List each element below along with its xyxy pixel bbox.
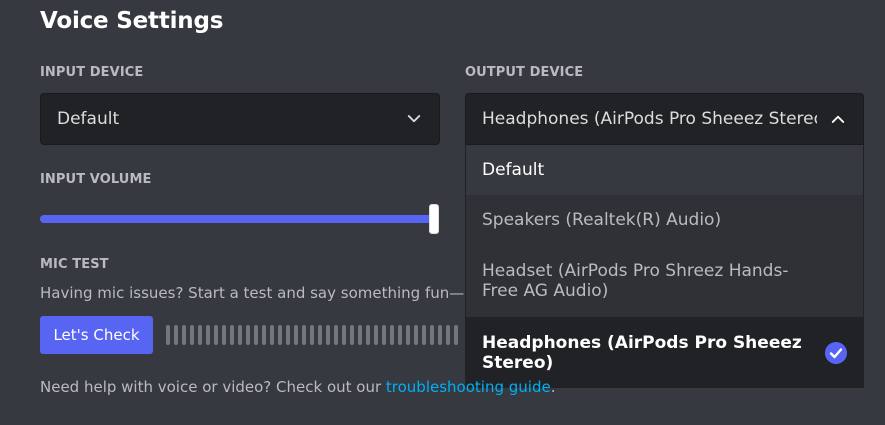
output-device-value: Headphones (AirPods Pro Sheeez Stereo) bbox=[482, 109, 817, 129]
meter-bar bbox=[350, 325, 354, 345]
mic-test-description: Having mic issues? Start a test and say … bbox=[40, 284, 465, 302]
meter-bar bbox=[366, 325, 370, 345]
meter-bar bbox=[214, 325, 218, 345]
mic-test-label: MIC TEST bbox=[40, 257, 109, 272]
meter-bar bbox=[326, 325, 330, 345]
input-volume-handle[interactable] bbox=[429, 204, 439, 234]
voice-settings-page: Voice Settings INPUT DEVICE Default OUTP… bbox=[0, 0, 885, 425]
meter-bar bbox=[334, 325, 338, 345]
meter-bar bbox=[198, 325, 202, 345]
meter-bar bbox=[222, 325, 226, 345]
input-volume-fill bbox=[40, 215, 434, 223]
meter-bar bbox=[238, 325, 242, 345]
meter-bar bbox=[302, 325, 306, 345]
meter-bar bbox=[182, 325, 186, 345]
output-option-headset[interactable]: Headset (AirPods Pro Shreez Hands-Free A… bbox=[466, 245, 863, 317]
mic-level-meter bbox=[166, 325, 466, 345]
meter-bar bbox=[262, 325, 266, 345]
meter-bar bbox=[358, 325, 362, 345]
input-device-label: INPUT DEVICE bbox=[40, 65, 144, 80]
output-option-speakers[interactable]: Speakers (Realtek(R) Audio) bbox=[466, 195, 863, 245]
help-text-suffix: . bbox=[550, 378, 556, 396]
checkmark-icon bbox=[825, 341, 847, 364]
option-label: Default bbox=[482, 160, 545, 180]
option-label: Headphones (AirPods Pro Sheeez Stereo) bbox=[482, 332, 802, 373]
chevron-up-icon bbox=[831, 115, 845, 123]
meter-bar bbox=[190, 325, 194, 345]
meter-bar bbox=[294, 325, 298, 345]
meter-bar bbox=[206, 325, 210, 345]
lets-check-button[interactable]: Let's Check bbox=[40, 316, 153, 354]
output-device-label: OUTPUT DEVICE bbox=[465, 65, 584, 80]
input-device-select[interactable]: Default bbox=[40, 93, 440, 145]
troubleshooting-guide-link[interactable]: troubleshooting guide bbox=[386, 378, 551, 396]
meter-bar bbox=[246, 325, 250, 345]
meter-bar bbox=[406, 325, 410, 345]
page-title: Voice Settings bbox=[40, 8, 224, 34]
meter-bar bbox=[286, 325, 290, 345]
meter-bar bbox=[422, 325, 426, 345]
input-volume-label: INPUT VOLUME bbox=[40, 172, 152, 187]
meter-bar bbox=[166, 325, 170, 345]
output-option-default[interactable]: Default bbox=[466, 145, 863, 195]
meter-bar bbox=[318, 325, 322, 345]
chevron-down-icon bbox=[407, 115, 421, 123]
meter-bar bbox=[374, 325, 378, 345]
meter-bar bbox=[438, 325, 442, 345]
meter-bar bbox=[382, 325, 386, 345]
meter-bar bbox=[174, 325, 178, 345]
meter-bar bbox=[446, 325, 450, 345]
input-volume-slider[interactable] bbox=[40, 204, 439, 234]
help-text: Need help with voice or video? Check out… bbox=[40, 378, 555, 396]
meter-bar bbox=[270, 325, 274, 345]
meter-bar bbox=[414, 325, 418, 345]
output-device-dropdown: Default Speakers (Realtek(R) Audio) Head… bbox=[465, 145, 864, 388]
option-label: Speakers (Realtek(R) Audio) bbox=[482, 210, 722, 230]
output-device-select[interactable]: Headphones (AirPods Pro Sheeez Stereo) bbox=[465, 93, 864, 145]
meter-bar bbox=[310, 325, 314, 345]
meter-bar bbox=[390, 325, 394, 345]
meter-bar bbox=[230, 325, 234, 345]
meter-bar bbox=[254, 325, 258, 345]
input-device-value: Default bbox=[57, 109, 120, 129]
meter-bar bbox=[454, 325, 458, 345]
meter-bar bbox=[278, 325, 282, 345]
meter-bar bbox=[430, 325, 434, 345]
option-label: Headset (AirPods Pro Shreez Hands-Free A… bbox=[482, 261, 789, 301]
meter-bar bbox=[342, 325, 346, 345]
meter-bar bbox=[398, 325, 402, 345]
help-text-prefix: Need help with voice or video? Check out… bbox=[40, 378, 386, 396]
